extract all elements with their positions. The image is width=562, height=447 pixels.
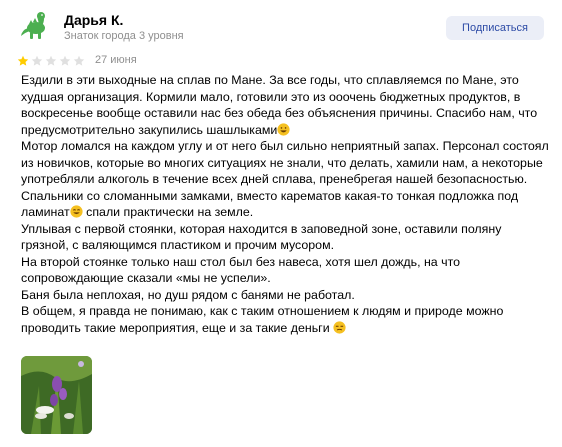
review-text: Ездили в эти выходные на сплав по Мане. … bbox=[21, 72, 551, 336]
review-date: 27 июня bbox=[95, 54, 137, 66]
smiling-emoji-icon bbox=[70, 205, 83, 218]
star-empty-icon bbox=[73, 55, 85, 66]
review-paragraph: Спальники со сломанными замками, вместо … bbox=[21, 188, 551, 221]
review-card: Дарья К. Знаток города 3 уровня Подписат… bbox=[0, 0, 562, 447]
review-paragraph: Баня была неплохая, но душ рядом с баням… bbox=[21, 287, 355, 302]
grinning-emoji-icon bbox=[277, 122, 290, 136]
review-photo[interactable] bbox=[21, 356, 92, 434]
review-paragraph: На второй стоянке только наш стол был бе… bbox=[21, 254, 461, 286]
review-paragraph: Уплывая с первой стоянки, которая находи… bbox=[21, 221, 502, 253]
review-paragraph: В общем, я правда не понимаю, как с таки… bbox=[21, 303, 551, 336]
review-sentence: спали практически на земле. bbox=[82, 205, 254, 219]
unamused-emoji-icon bbox=[333, 320, 346, 334]
star-empty-icon bbox=[45, 55, 57, 66]
author-level: Знаток города 3 уровня bbox=[64, 30, 184, 42]
photo-thumbnail-flowers bbox=[21, 356, 92, 434]
star-empty-icon bbox=[59, 55, 71, 66]
rating-stars bbox=[17, 55, 87, 67]
review-paragraph: Мотор ломался на каждом углу и от него б… bbox=[21, 139, 549, 186]
subscribe-button[interactable]: Подписаться bbox=[446, 16, 544, 40]
review-paragraph: Ездили в эти выходные на сплав по Мане. … bbox=[21, 72, 551, 138]
author-name[interactable]: Дарья К. bbox=[64, 12, 123, 28]
star-filled-icon bbox=[17, 55, 29, 66]
star-empty-icon bbox=[31, 55, 43, 66]
review-sentence: В общем, я правда не понимаю, как с таки… bbox=[21, 304, 504, 335]
avatar[interactable] bbox=[18, 8, 54, 44]
dinosaur-icon bbox=[21, 12, 45, 39]
